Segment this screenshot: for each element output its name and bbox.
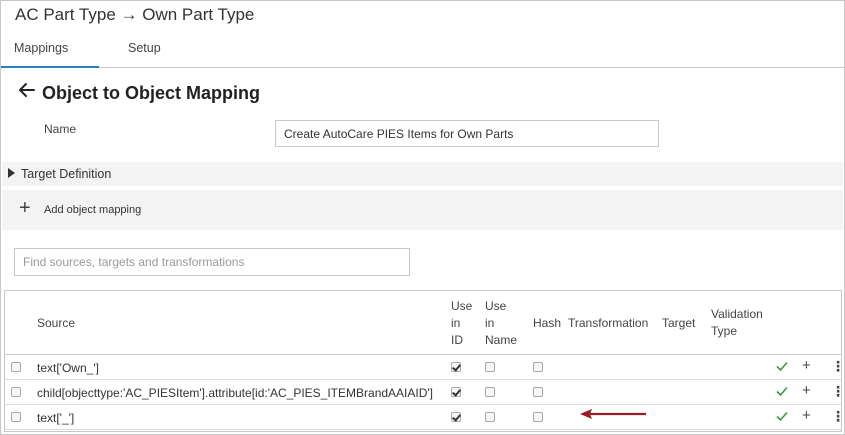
col-header-use-in-id: Use in ID — [451, 298, 472, 349]
target-definition-label: Target Definition — [21, 167, 112, 181]
col-header-use-in-id-line: Use — [451, 299, 473, 313]
hash-checkbox[interactable] — [533, 362, 543, 372]
check-icon — [776, 361, 788, 372]
col-header-use-in-name-line: in — [485, 316, 495, 330]
use-in-name-checkbox[interactable] — [485, 362, 495, 372]
name-label: Name — [44, 122, 77, 136]
name-input[interactable] — [275, 120, 659, 147]
row-select-checkbox[interactable] — [11, 387, 21, 397]
target-definition-toggle[interactable]: Target Definition — [2, 162, 843, 186]
table-row: child[objecttype:'AC_PIESItem'].attribut… — [5, 380, 845, 405]
plus-icon: + — [19, 197, 31, 219]
source-cell: text['_'] — [37, 411, 75, 425]
use-in-name-checkbox[interactable] — [485, 412, 495, 422]
more-options-icon[interactable]: ⋮ — [831, 383, 845, 399]
tab-mappings[interactable]: Mappings — [1, 41, 99, 68]
col-header-hash: Hash — [533, 316, 562, 330]
tab-setup[interactable]: Setup — [128, 41, 161, 55]
col-header-use-in-name-line: Use — [485, 299, 507, 313]
source-cell: child[objecttype:'AC_PIESItem'].attribut… — [37, 386, 434, 400]
use-in-id-checkbox[interactable] — [451, 387, 461, 397]
col-header-use-in-id-line: ID — [451, 333, 463, 347]
add-object-mapping-label: Add object mapping — [44, 204, 142, 216]
app-title: AC Part Type → Own Part Type — [15, 5, 255, 24]
add-object-mapping-button[interactable]: + Add object mapping — [2, 190, 843, 230]
col-header-validation-type-line: Type — [711, 324, 738, 338]
mappings-grid: Source Use in ID Use in Name Hash Transf… — [4, 290, 845, 432]
use-in-name-checkbox[interactable] — [485, 387, 495, 397]
expand-triangle-icon — [8, 168, 15, 178]
more-options-icon[interactable]: ⋮ — [831, 408, 845, 424]
back-arrow-icon[interactable] — [17, 80, 37, 100]
table-row: text['_'] + ⋮ — [5, 405, 845, 430]
col-header-validation-type-line: Validation — [711, 307, 763, 321]
col-header-use-in-id-line: in — [451, 316, 461, 330]
col-header-use-in-name-line: Name — [485, 333, 518, 347]
search-input[interactable] — [14, 248, 410, 276]
use-in-id-checkbox[interactable] — [451, 362, 461, 372]
col-header-use-in-name: Use in Name — [485, 298, 517, 349]
col-header-target: Target — [662, 316, 696, 330]
add-row-plus-icon[interactable]: + — [802, 383, 811, 399]
check-icon — [776, 411, 788, 422]
more-options-icon[interactable]: ⋮ — [831, 358, 845, 374]
hash-checkbox[interactable] — [533, 412, 543, 422]
table-row: text['Own_'] + ⋮ — [5, 355, 845, 380]
use-in-id-checkbox[interactable] — [451, 412, 461, 422]
page-title: Object to Object Mapping — [42, 83, 261, 103]
hash-checkbox[interactable] — [533, 387, 543, 397]
col-header-validation-type: Validation Type — [711, 306, 763, 340]
row-select-checkbox[interactable] — [11, 412, 21, 422]
add-row-plus-icon[interactable]: + — [802, 408, 811, 424]
row-select-checkbox[interactable] — [11, 362, 21, 372]
col-header-transformation: Transformation — [568, 316, 649, 330]
col-header-source: Source — [37, 316, 76, 330]
add-row-plus-icon[interactable]: + — [802, 358, 811, 374]
tab-bar: Mappings Setup — [0, 38, 845, 68]
check-icon — [776, 386, 788, 397]
annotation-arrow-icon — [580, 409, 646, 419]
source-cell: text['Own_'] — [37, 361, 99, 375]
